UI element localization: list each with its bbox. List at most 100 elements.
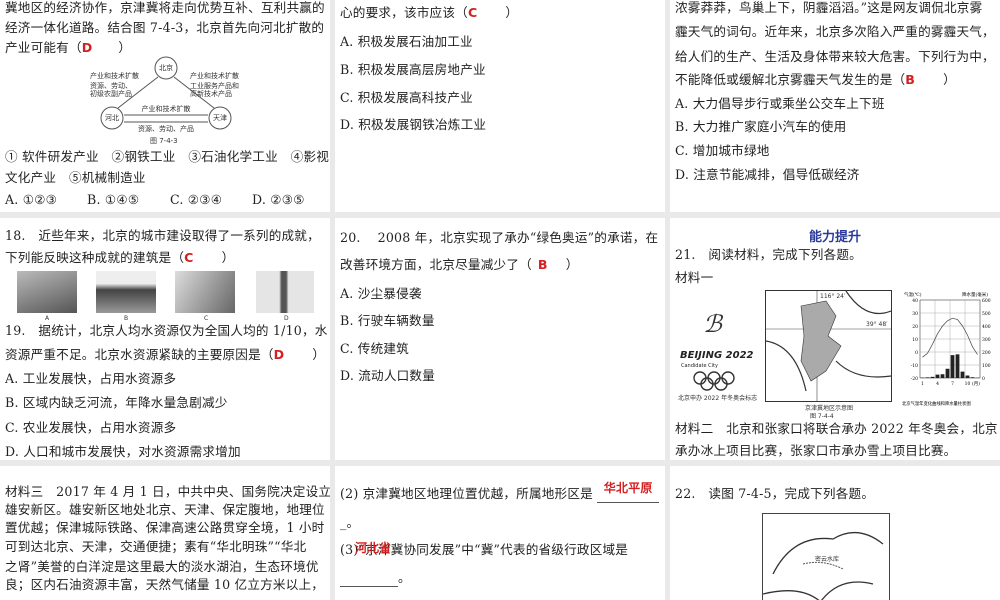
text-line: 霾天气的词句。近年来，北京多次陷入严重的雾霾天气， bbox=[675, 24, 995, 39]
photo-water-cube bbox=[175, 271, 235, 313]
precip-bar bbox=[970, 377, 975, 378]
choice-b: B. 行驶车辆数量 bbox=[340, 313, 435, 328]
options-line: ① 软件研发产业 ②钢铁工业 ③石油化学工业 ④影视 bbox=[5, 149, 330, 164]
diagram-label: 产业和技术扩散 bbox=[190, 72, 239, 80]
ytick-precip: 0 bbox=[982, 376, 985, 382]
answer-fill: 华北平原 bbox=[603, 481, 653, 495]
jingjinji-map: 116° 24′ 39° 48′ bbox=[765, 290, 892, 402]
chart-caption: 北京气温年变化曲线和降水量柱状图 bbox=[902, 400, 971, 407]
text-line: _。 bbox=[340, 515, 360, 530]
beijing-2022-logo: ℬ BEIJING 2022 Candidate City 北京申办 2022 … bbox=[678, 310, 758, 402]
ytick-temp: 30 bbox=[912, 311, 918, 317]
text-line: 材料一 bbox=[675, 270, 714, 285]
diagram-label: 资源、劳动、初级农副产品 bbox=[90, 82, 132, 98]
xtick: 10 bbox=[965, 381, 971, 387]
choice-a: A. 沙尘暴侵袭 bbox=[340, 286, 422, 301]
ylabel-temp: 气温(℃) bbox=[904, 291, 922, 298]
diagram-label: 工业服务产品和高新技术产品 bbox=[190, 82, 239, 98]
node-beijing: 北京 bbox=[159, 64, 173, 72]
choice-a: A. 积极发展石油加工业 bbox=[340, 34, 473, 49]
choice-b: B. 大力推广家庭小汽车的使用 bbox=[675, 119, 847, 134]
text-line: 之肾”美誉的白洋淀是这里最大的淡水湖泊，生态环境优 bbox=[5, 559, 319, 574]
answer-fill: 河北省 bbox=[355, 541, 392, 555]
choice-c: C. 积极发展高科技产业 bbox=[340, 90, 473, 105]
ytick-precip: 400 bbox=[982, 324, 991, 330]
text-line: 冀地区的经济协作，京津冀将走向优势互补、互利共赢的 bbox=[5, 0, 325, 15]
diagram-label: 产业和技术扩散 bbox=[141, 105, 191, 113]
climate-chart: 403020100-10-206005004003002001000气温(℃) 降… bbox=[902, 291, 991, 407]
text-line: 经济一体化道路。结合图 7-4-3，北京首先向河北扩散的 bbox=[5, 20, 325, 35]
panel-fill-blanks: (2) 京津冀地区地理位置优越，所属地形区是 华北平原 _。 (3)“京津冀协同… bbox=[335, 466, 665, 600]
figure-caption: 图 7-4-4 bbox=[810, 413, 834, 420]
ytick-temp: -10 bbox=[911, 363, 918, 369]
precip-bar bbox=[935, 374, 940, 378]
text-line: 19. 据统计，北京人均水资源仅为全国人均的 1/10，水 bbox=[5, 323, 328, 338]
ylabel-precip: 降水量(毫米) bbox=[962, 291, 988, 298]
text-line: 资源严重不足。北京水资源紧缺的主要原因是（D） bbox=[5, 347, 326, 362]
text-line: 良；区内石油资源丰富，天然气储量 10 亿立方米以上， bbox=[5, 577, 325, 592]
xtick: 4 bbox=[936, 381, 939, 387]
ytick-temp: 40 bbox=[912, 298, 918, 304]
node-hebei: 河北 bbox=[105, 114, 119, 122]
choice-b: B. 积极发展高层房地产业 bbox=[340, 62, 486, 77]
precip-bar bbox=[925, 377, 930, 378]
choice-c: C. 增加城市绿地 bbox=[675, 143, 770, 158]
choice-b: B. ①④⑤ bbox=[87, 192, 140, 207]
precip-bar bbox=[930, 376, 935, 378]
panel-questions-18-19: 18. 近些年来，北京的城市建设取得了一系列的成就， 下列能反映这种成就的建筑是… bbox=[0, 218, 330, 460]
options-line: 文化产业 ⑤机械制造业 bbox=[5, 170, 146, 185]
text-line: 21. 阅读材料，完成下列各题。 bbox=[675, 247, 862, 262]
choice-d: D. 人口和城市发展快，对水资源需求增加 bbox=[5, 444, 241, 459]
choice-b: B. 区域内缺乏河流，年降水量急剧减少 bbox=[5, 395, 228, 410]
industry-flow-diagram: 北京 河北 天津 产业和技术扩散 资源、劳动、初级农副产品 产业和技术扩散 工业… bbox=[90, 56, 242, 148]
choice-c: C. 农业发展快，占用水资源多 bbox=[5, 420, 177, 435]
diagram-label: 产业和技术扩散 bbox=[90, 72, 139, 80]
ytick-precip: 200 bbox=[982, 350, 991, 356]
precip-bar bbox=[950, 355, 955, 378]
beijing-map: 密云水库 bbox=[762, 513, 890, 600]
text-line: 承办冰上项目比赛，张家口市承办雪上项目比赛。 bbox=[675, 443, 957, 458]
ytick-temp: 0 bbox=[915, 350, 918, 356]
panel-material-3: 材料三 2017 年 4 月 1 日，中共中央、国务院决定设立 雄安新区。雄安新… bbox=[0, 466, 330, 600]
text-line: 浓雾莽莽，鸟巢上下，阴霾滔滔。”这是网友调侃北京雾 bbox=[675, 0, 983, 15]
ytick-temp: -20 bbox=[911, 376, 918, 382]
precip-bar bbox=[955, 354, 960, 378]
panel-question-20: 20. 2008 年，北京实现了承办“绿色奥运”的承诺，在 改善环境方面，北京尽… bbox=[335, 218, 665, 460]
text-line: 不能降低或缓解北京雾霾天气发生的是（B） bbox=[675, 72, 956, 87]
text-line: 材料二 北京和张家口将联合承办 2022 年冬奥会，北京 bbox=[675, 421, 998, 436]
panel-question-city: 心的要求，该市应该（C） A. 积极发展石油加工业 B. 积极发展高层房地产业 … bbox=[335, 0, 665, 212]
panel-question-smog: 浓雾莽莽，鸟巢上下，阴霾滔滔。”这是网友调侃北京雾 霾天气的词句。近年来，北京多… bbox=[670, 0, 1000, 212]
diagram-caption: 图 7-4-3 bbox=[150, 137, 178, 145]
precip-bar bbox=[965, 375, 970, 378]
xtick: (月) bbox=[972, 380, 980, 387]
precip-bar bbox=[940, 374, 945, 378]
choice-a: A. 大力倡导步行或乘坐公交车上下班 bbox=[675, 96, 885, 111]
panel-question-22: 22. 读图 7-4-5，完成下列各题。 密云水库 bbox=[670, 466, 1000, 600]
ytick-temp: 20 bbox=[912, 324, 918, 330]
choice-a: A. ①②③ bbox=[5, 192, 58, 207]
panel-question-21: 能力提升 21. 阅读材料，完成下列各题。 材料一 ℬ BEIJING 2022… bbox=[670, 218, 1000, 460]
text-line: 下列能反映这种成就的建筑是（C） bbox=[5, 250, 235, 265]
photo-monument bbox=[256, 271, 314, 313]
choice-a: A. 工业发展快，占用水资源多 bbox=[5, 371, 177, 386]
choice-c: C. 传统建筑 bbox=[340, 341, 409, 356]
photo-great-wall bbox=[17, 271, 77, 313]
text-line: (2) 京津冀地区地理位置优越，所属地形区是 华北平原 bbox=[340, 481, 660, 503]
ytick-precip: 300 bbox=[982, 337, 991, 343]
section-title: 能力提升 bbox=[808, 230, 861, 245]
xtick: 1 bbox=[921, 381, 924, 387]
choice-d: D. 积极发展钢铁冶炼工业 bbox=[340, 117, 487, 132]
choice-d: D. 流动人口数量 bbox=[340, 368, 436, 383]
text-line: 20. 2008 年，北京实现了承办“绿色奥运”的承诺，在 bbox=[340, 230, 659, 245]
text-line: 18. 近些年来，北京的城市建设取得了一系列的成就， bbox=[5, 228, 320, 243]
choice-c: C. ②③④ bbox=[170, 192, 223, 207]
ytick-precip: 100 bbox=[982, 363, 991, 369]
ytick-temp: 10 bbox=[912, 337, 918, 343]
precip-bar bbox=[945, 368, 950, 378]
text-line: 置优越；保津城际铁路、保津高速公路贯穿全境，1 小时 bbox=[5, 520, 325, 535]
photo-palace bbox=[96, 271, 156, 313]
choice-d: D. ②③⑤ bbox=[252, 192, 305, 207]
text-line: 可到达北京、天津，交通便捷；素有“华北明珠”“华北 bbox=[5, 539, 307, 554]
precip-bar bbox=[960, 371, 965, 378]
text-line: 改善环境方面，北京尽量减少了（ B） bbox=[340, 257, 579, 272]
